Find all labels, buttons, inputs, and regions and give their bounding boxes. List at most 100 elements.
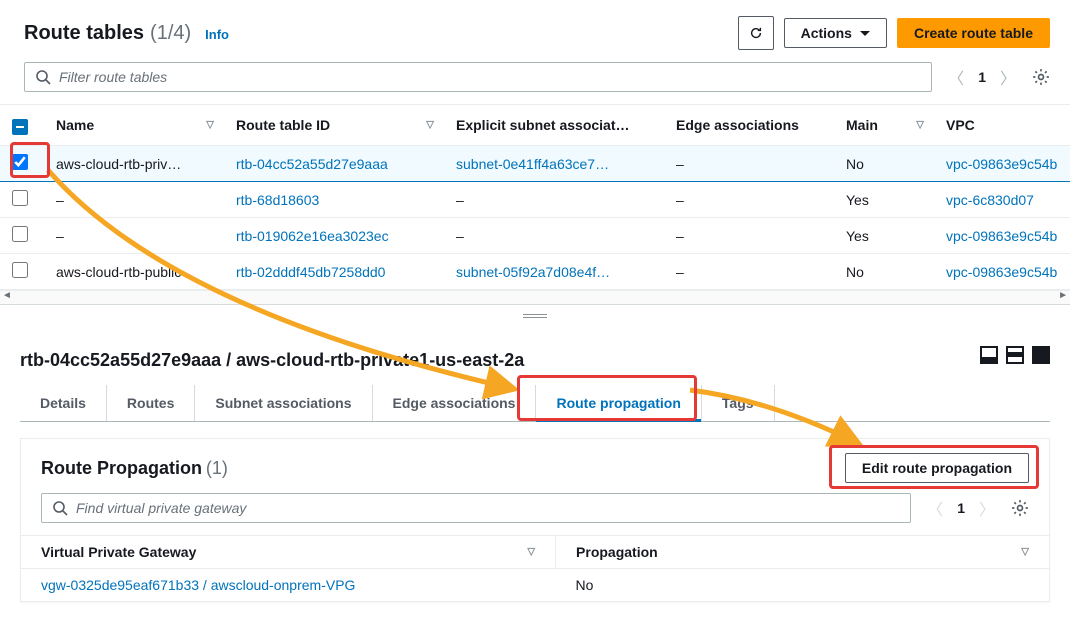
panel-splitter[interactable]	[0, 304, 1070, 326]
detail-breadcrumb: rtb-04cc52a55d27e9aaa / aws-cloud-rtb-pr…	[20, 350, 1050, 371]
cell-rtb-id[interactable]: rtb-04cc52a55d27e9aaa	[236, 156, 388, 172]
vgw-filter-input[interactable]	[76, 500, 900, 516]
page-prev[interactable]: 〈	[927, 496, 943, 520]
tab-subnet-associations[interactable]: Subnet associations	[195, 385, 372, 421]
settings-icon[interactable]	[1032, 68, 1050, 86]
section-count: (1)	[206, 458, 228, 478]
filter-box[interactable]	[24, 62, 932, 92]
detail-tabs: Details Routes Subnet associations Edge …	[20, 385, 1050, 422]
panel-layout-controls	[980, 346, 1050, 364]
caret-down-icon	[860, 31, 870, 36]
sort-icon[interactable]: ▽	[527, 547, 535, 558]
cell-vgw[interactable]: vgw-0325de95eaf671b33 / awscloud-onprem-…	[41, 577, 355, 593]
propagation-table: Virtual Private Gateway ▽ Propagation ▽ vg…	[21, 535, 1049, 601]
table-row[interactable]: aws-cloud-rtb-public rtb-02dddf45db7258dd…	[0, 254, 1070, 290]
edit-route-propagation-button[interactable]: Edit route propagation	[845, 453, 1029, 483]
cell-edge: –	[676, 228, 684, 244]
tab-route-propagation[interactable]: Route propagation	[536, 385, 701, 421]
cell-main: Yes	[846, 228, 869, 244]
panel-layout-bottom[interactable]	[980, 346, 998, 364]
cell-name: aws-cloud-rtb-public	[56, 264, 181, 280]
section-filter-row: 〈 1 〉	[21, 493, 1049, 535]
page-next[interactable]: 〉	[1000, 65, 1016, 89]
tab-details[interactable]: Details	[20, 385, 107, 421]
page-next[interactable]: 〉	[979, 496, 995, 520]
cell-subnet: –	[456, 228, 464, 244]
settings-icon[interactable]	[1011, 499, 1029, 517]
page-title: Route tables	[24, 22, 144, 45]
section-header: Route Propagation (1) Edit route propaga…	[21, 439, 1049, 493]
section-pagination: 〈 1 〉	[927, 496, 995, 520]
cell-main: Yes	[846, 192, 869, 208]
page-number: 1	[978, 69, 986, 85]
actions-label: Actions	[801, 25, 852, 41]
filter-row: 〈 1 〉	[0, 62, 1070, 104]
cell-rtb-id[interactable]: rtb-68d18603	[236, 192, 319, 208]
cell-subnet[interactable]: subnet-05f92a7d08e4f…	[456, 264, 610, 280]
refresh-button[interactable]	[738, 16, 774, 50]
cell-main: No	[846, 156, 864, 172]
horizontal-scrollbar[interactable]	[0, 290, 1070, 304]
header-left: Route tables (1/4) Info	[24, 22, 229, 45]
tab-tags[interactable]: Tags	[702, 385, 775, 421]
cell-name: –	[56, 228, 64, 244]
panel-layout-split[interactable]	[1006, 346, 1024, 364]
page-header: Route tables (1/4) Info Actions Create r…	[0, 0, 1070, 62]
tab-edge-associations[interactable]: Edge associations	[373, 385, 537, 421]
section-title: Route Propagation	[41, 458, 202, 478]
cell-vpc[interactable]: vpc-09863e9c54b	[946, 264, 1057, 280]
cell-name: aws-cloud-rtb-priv…	[56, 156, 181, 172]
cell-rtb-id[interactable]: rtb-02dddf45db7258dd0	[236, 264, 385, 280]
refresh-icon	[749, 25, 763, 41]
cell-edge: –	[676, 192, 684, 208]
create-route-table-button[interactable]: Create route table	[897, 18, 1050, 48]
route-propagation-section: Route Propagation (1) Edit route propaga…	[20, 438, 1050, 602]
row-checkbox[interactable]	[12, 190, 28, 206]
route-tables-table: Name ▽ Route table ID ▽ Explicit subnet as…	[0, 104, 1070, 290]
page-prev[interactable]: 〈	[948, 65, 964, 89]
splitter-handle-icon	[523, 314, 547, 318]
vgw-filter-box[interactable]	[41, 493, 911, 523]
row-checkbox[interactable]	[12, 154, 28, 170]
table-row[interactable]: – rtb-019062e16ea3023ec – – Yes vpc-09863e9c5…	[0, 218, 1070, 254]
selection-count: (1/4)	[150, 22, 191, 45]
panel-layout-full[interactable]	[1032, 346, 1050, 364]
col-route-table-id[interactable]: Route table ID	[236, 117, 330, 133]
col-edge-assoc[interactable]: Edge associations	[676, 117, 799, 133]
table-row[interactable]: – rtb-68d18603 – – Yes vpc-6c830d07	[0, 182, 1070, 218]
cell-subnet[interactable]: subnet-0e41ff4a63ce72…	[456, 156, 616, 172]
detail-panel: rtb-04cc52a55d27e9aaa / aws-cloud-rtb-pr…	[0, 350, 1070, 622]
info-link[interactable]: Info	[205, 27, 229, 42]
select-all-checkbox[interactable]	[12, 119, 28, 135]
filter-input[interactable]	[59, 69, 921, 85]
col-explicit-subnet[interactable]: Explicit subnet associat…	[456, 117, 630, 133]
col-vgw[interactable]: Virtual Private Gateway	[41, 544, 196, 560]
search-icon	[35, 69, 51, 85]
sort-icon[interactable]: ▽	[1021, 547, 1029, 558]
cell-vpc[interactable]: vpc-09863e9c54b	[946, 228, 1057, 244]
col-main[interactable]: Main	[846, 117, 878, 133]
table-row[interactable]: vgw-0325de95eaf671b33 / awscloud-onprem-…	[21, 569, 1049, 602]
cell-vpc[interactable]: vpc-09863e9c54b	[946, 156, 1057, 172]
col-propagation[interactable]: Propagation	[576, 544, 658, 560]
sort-icon[interactable]: ▽	[916, 120, 924, 131]
row-checkbox[interactable]	[12, 262, 28, 278]
cell-edge: –	[676, 156, 684, 172]
table-row[interactable]: aws-cloud-rtb-priv… rtb-04cc52a55d27e9aaa…	[0, 146, 1070, 182]
cell-propagation: No	[576, 577, 594, 593]
cell-rtb-id[interactable]: rtb-019062e16ea3023ec	[236, 228, 389, 244]
actions-dropdown[interactable]: Actions	[784, 18, 887, 48]
sort-icon[interactable]: ▽	[426, 120, 434, 131]
col-name[interactable]: Name	[56, 117, 94, 133]
cell-name: –	[56, 192, 64, 208]
tab-routes[interactable]: Routes	[107, 385, 195, 421]
cell-subnet: –	[456, 192, 464, 208]
row-checkbox[interactable]	[12, 226, 28, 242]
sort-icon[interactable]: ▽	[206, 120, 214, 131]
cell-vpc[interactable]: vpc-6c830d07	[946, 192, 1034, 208]
header-actions: Actions Create route table	[738, 16, 1050, 50]
col-vpc[interactable]: VPC	[946, 117, 975, 133]
table-header-row: Name ▽ Route table ID ▽ Explicit subnet as…	[0, 105, 1070, 146]
pagination: 〈 1 〉	[948, 65, 1016, 89]
page-number: 1	[957, 500, 965, 516]
